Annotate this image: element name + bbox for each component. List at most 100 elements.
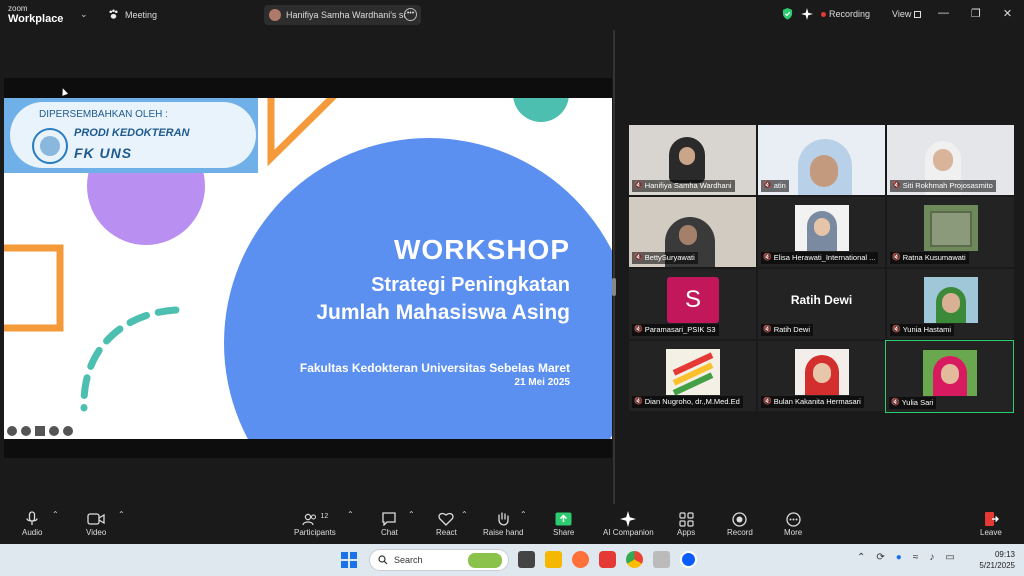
participant-tile[interactable]: 🔇 BettySuryawati (629, 197, 756, 267)
react-options-caret-icon[interactable]: ⌃ (461, 510, 468, 519)
participants-button[interactable]: 12 Participants (294, 510, 336, 538)
audio-label: Audio (22, 528, 43, 537)
participant-name: Ratna Kusumawati (902, 253, 966, 262)
search-placeholder: Search (394, 555, 423, 565)
avatar-initial: S (684, 286, 701, 313)
participant-name: Yunia Hastami (902, 325, 952, 334)
mic-muted-icon: 🔇 (634, 326, 643, 333)
participant-name: BettySuryawati (644, 253, 695, 262)
volume-icon[interactable]: ♪ (929, 552, 934, 563)
record-button[interactable]: Record (727, 510, 753, 537)
raise-hand-label: Raise hand (483, 528, 524, 537)
close-icon[interactable]: ✕ (1003, 7, 1012, 20)
taskbar-search[interactable]: Search (369, 549, 509, 571)
maximize-icon[interactable]: ❐ (971, 7, 981, 20)
participant-tile[interactable]: 🔇 atin (758, 125, 885, 195)
snipping-tool-icon[interactable] (653, 551, 670, 568)
slide-date: 21 Mei 2025 (514, 377, 570, 388)
participant-tile[interactable]: S 🔇 Paramasari_PSIK S3 (629, 269, 756, 339)
options-icon[interactable] (49, 426, 59, 436)
react-button[interactable]: React (436, 510, 457, 537)
slides-grid-icon[interactable] (35, 426, 45, 436)
apps-icon (679, 510, 694, 528)
taskbar-clock[interactable]: 09:13 5/21/2025 (975, 549, 1015, 571)
shield-check-icon[interactable] (782, 8, 793, 20)
task-view-icon[interactable] (518, 551, 535, 568)
previous-slide-icon[interactable] (7, 426, 17, 436)
participant-photo (795, 205, 849, 251)
pen-icon[interactable] (21, 426, 31, 436)
slideshow-controls (7, 426, 73, 436)
sync-icon[interactable]: ⟳ (876, 552, 884, 563)
slide-institution: Fakultas Kedokteran Universitas Sebelas … (299, 361, 570, 375)
paw-icon (109, 9, 118, 19)
firefox-icon[interactable] (572, 551, 589, 568)
participant-name-tag: 🔇 Paramasari_PSIK S3 (632, 324, 719, 336)
participant-tile[interactable]: 🔇 Siti Rokhmah Projosasmito (887, 125, 1014, 195)
taskbar-apps (518, 551, 697, 568)
raise-hand-button[interactable]: Raise hand (483, 510, 523, 537)
chat-options-caret-icon[interactable]: ⌃ (408, 510, 415, 519)
zoom-app-icon[interactable] (680, 551, 697, 568)
more-options-icon[interactable]: ••• (404, 8, 417, 21)
audio-button[interactable]: Audio (22, 510, 42, 537)
video-options-caret-icon[interactable]: ⌃ (118, 510, 125, 519)
banner-line-2: PRODI KEDOKTERAN (74, 127, 190, 139)
raise-hand-options-caret-icon[interactable]: ⌃ (520, 510, 527, 519)
clock-date: 5/21/2025 (979, 561, 1015, 570)
ai-companion-button[interactable]: AI Companion (603, 510, 654, 537)
participant-tile[interactable]: 🔇 Yunia Hastami (887, 269, 1014, 339)
zoom-window: zoom Workplace ⌄ Meeting Hanifiya Samha … (0, 0, 1024, 576)
apps-button[interactable]: Apps (677, 510, 695, 537)
participant-center-name: Ratih Dewi (790, 293, 853, 307)
shared-screen[interactable]: DIPERSEMBAHKAN OLEH : PRODI KEDOKTERAN F… (4, 78, 612, 458)
participant-name: atin (773, 181, 786, 190)
participant-tile[interactable]: Ratih Dewi 🔇 Ratih Dewi (758, 269, 885, 339)
windows-start-icon[interactable] (341, 552, 357, 568)
more-button[interactable]: More (784, 510, 802, 537)
wps-office-icon[interactable] (599, 551, 616, 568)
screen-share-indicator[interactable]: Hanifiya Samha Wardhani's screen ••• (264, 5, 421, 25)
slide-title: WORKSHOP (394, 234, 570, 265)
participant-tile[interactable]: 🔇 Bulan Kakanita Hermasari (758, 341, 885, 411)
participant-name: Dian Nugroho, dr.,M.Med.Ed (644, 397, 740, 406)
microphone-tray-icon[interactable]: ● (896, 552, 902, 563)
participant-name-tag: 🔇 Dian Nugroho, dr.,M.Med.Ed (632, 396, 743, 408)
panel-resize-handle[interactable] (612, 278, 616, 296)
top-bar: zoom Workplace ⌄ Meeting Hanifiya Samha … (0, 0, 1024, 30)
participant-tile[interactable]: 🔇 Ratna Kusumawati (887, 197, 1014, 267)
battery-icon[interactable]: ▭ (945, 552, 954, 563)
chat-label: Chat (381, 528, 398, 537)
ai-sparkle-icon[interactable] (801, 8, 813, 20)
participant-tile-active-speaker[interactable]: 🔇 Yulia Sari (885, 340, 1014, 413)
participant-name-tag: 🔇 Ratna Kusumawati (890, 252, 969, 264)
view-label: View (892, 9, 912, 19)
teal-dashed-arc-shape (80, 306, 180, 412)
share-screen-icon (555, 510, 572, 528)
slide-subtitle-2: Jumlah Mahasiswa Asing (316, 301, 570, 324)
recording-indicator[interactable]: Recording (821, 9, 870, 19)
ai-companion-icon (620, 510, 637, 528)
participants-options-caret-icon[interactable]: ⌃ (347, 510, 354, 519)
next-slide-icon[interactable] (63, 426, 73, 436)
audio-options-caret-icon[interactable]: ⌃ (52, 510, 59, 519)
meeting-menu[interactable]: Meeting (108, 9, 157, 20)
chevron-up-icon[interactable]: ⌃ (857, 552, 865, 563)
minimize-icon[interactable]: — (938, 7, 949, 20)
participant-tile[interactable]: 🔇 Elisa Herawati_International ... (758, 197, 885, 267)
chevron-down-icon[interactable]: ⌄ (80, 9, 88, 20)
participant-photo (924, 277, 978, 323)
participant-name-tag: 🔇 BettySuryawati (632, 252, 698, 264)
chat-button[interactable]: Chat (381, 510, 398, 537)
chrome-icon[interactable] (626, 551, 643, 568)
participant-tile[interactable]: 🔇 Hanifiya Samha Wardhani (629, 125, 756, 195)
view-menu[interactable]: View (892, 9, 921, 19)
video-button[interactable]: Video (86, 510, 106, 537)
file-explorer-icon[interactable] (545, 551, 562, 568)
presentation-slide: DIPERSEMBAHKAN OLEH : PRODI KEDOKTERAN F… (4, 98, 612, 439)
share-button[interactable]: Share (553, 510, 574, 537)
leave-button[interactable]: Leave (980, 510, 1002, 537)
participant-name-tag: 🔇 Hanifiya Samha Wardhani (632, 180, 735, 192)
participant-tile[interactable]: 🔇 Dian Nugroho, dr.,M.Med.Ed (629, 341, 756, 411)
wifi-icon[interactable]: ≈ (913, 552, 919, 563)
